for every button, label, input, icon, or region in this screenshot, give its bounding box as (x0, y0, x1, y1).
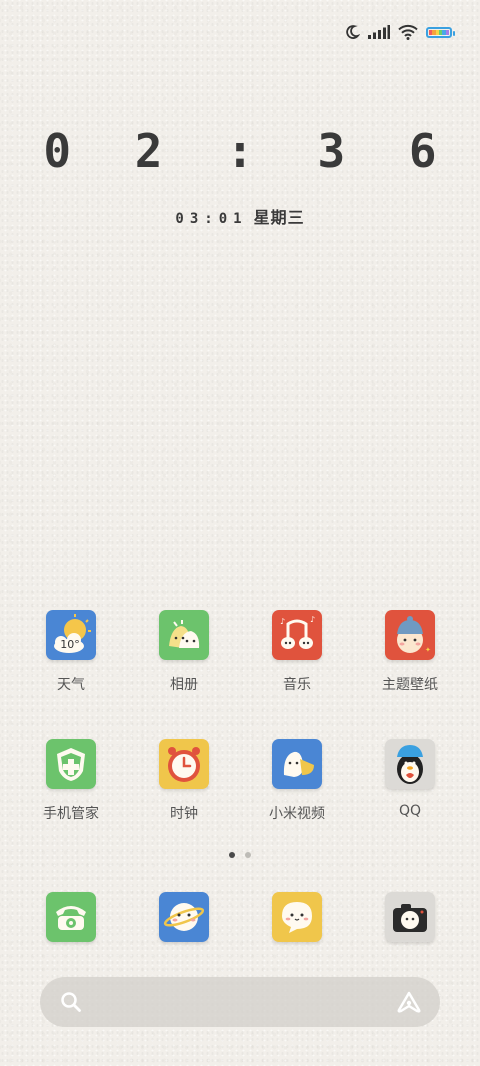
svg-text:✦: ✦ (425, 646, 431, 654)
date-line: 03:01 星期三 (0, 204, 480, 228)
wifi-icon (398, 24, 418, 40)
svg-text:♪: ♪ (280, 617, 285, 626)
app-qq[interactable]: QQ (360, 739, 460, 819)
dock-camera[interactable] (360, 892, 460, 942)
dock-messages[interactable] (247, 892, 347, 942)
gallery-icon[interactable] (159, 610, 209, 660)
weekday: 星期三 (253, 208, 305, 227)
signal-icon (368, 25, 390, 39)
secondary-time: 03:01 (175, 211, 248, 227)
app-weather[interactable]: 10° 天气 (21, 610, 121, 694)
app-label: 相册 (170, 677, 198, 693)
app-label: 时钟 (170, 806, 198, 822)
battery-segment (445, 29, 449, 35)
app-security[interactable]: 手机管家 (21, 739, 121, 823)
weather-temp: 10° (60, 638, 80, 651)
app-themes[interactable]: ✦ 主题壁纸 (360, 610, 460, 694)
moon-icon (344, 24, 360, 40)
app-gallery[interactable]: 相册 (134, 610, 234, 694)
search-bar[interactable] (40, 977, 440, 1027)
camera-icon[interactable] (385, 892, 435, 942)
app-music[interactable]: ♪ ♪ 音乐 (247, 610, 347, 694)
music-icon[interactable]: ♪ ♪ (272, 610, 322, 660)
page-dot[interactable] (245, 852, 251, 858)
video-icon[interactable] (272, 739, 322, 789)
app-label: 音乐 (283, 677, 311, 693)
weather-icon[interactable]: 10° (46, 610, 96, 660)
browser-icon[interactable] (159, 892, 209, 942)
page-dot-active[interactable] (229, 852, 235, 858)
app-video[interactable]: 小米视频 (247, 739, 347, 823)
search-icon[interactable] (60, 991, 82, 1017)
dock-browser[interactable] (134, 892, 234, 942)
status-bar (344, 20, 455, 44)
app-label: 小米视频 (269, 806, 325, 822)
messages-icon[interactable] (272, 892, 322, 942)
app-label: 手机管家 (43, 806, 99, 822)
qq-icon[interactable] (385, 739, 435, 789)
themes-icon[interactable]: ✦ (385, 610, 435, 660)
phone-icon[interactable] (46, 892, 96, 942)
page-indicator[interactable] (0, 852, 480, 858)
security-icon[interactable] (46, 739, 96, 789)
svg-text:♪: ♪ (310, 615, 315, 624)
clock-icon[interactable] (159, 739, 209, 789)
lock-clock: 0 2 : 3 6 (43, 124, 455, 178)
app-clock[interactable]: 时钟 (134, 739, 234, 823)
app-label: QQ (398, 803, 422, 819)
dock-phone[interactable] (21, 892, 121, 942)
battery-icon (426, 26, 455, 38)
app-label: 天气 (57, 677, 85, 693)
app-label: 主题壁纸 (382, 677, 438, 693)
assistant-icon[interactable] (396, 990, 422, 1018)
